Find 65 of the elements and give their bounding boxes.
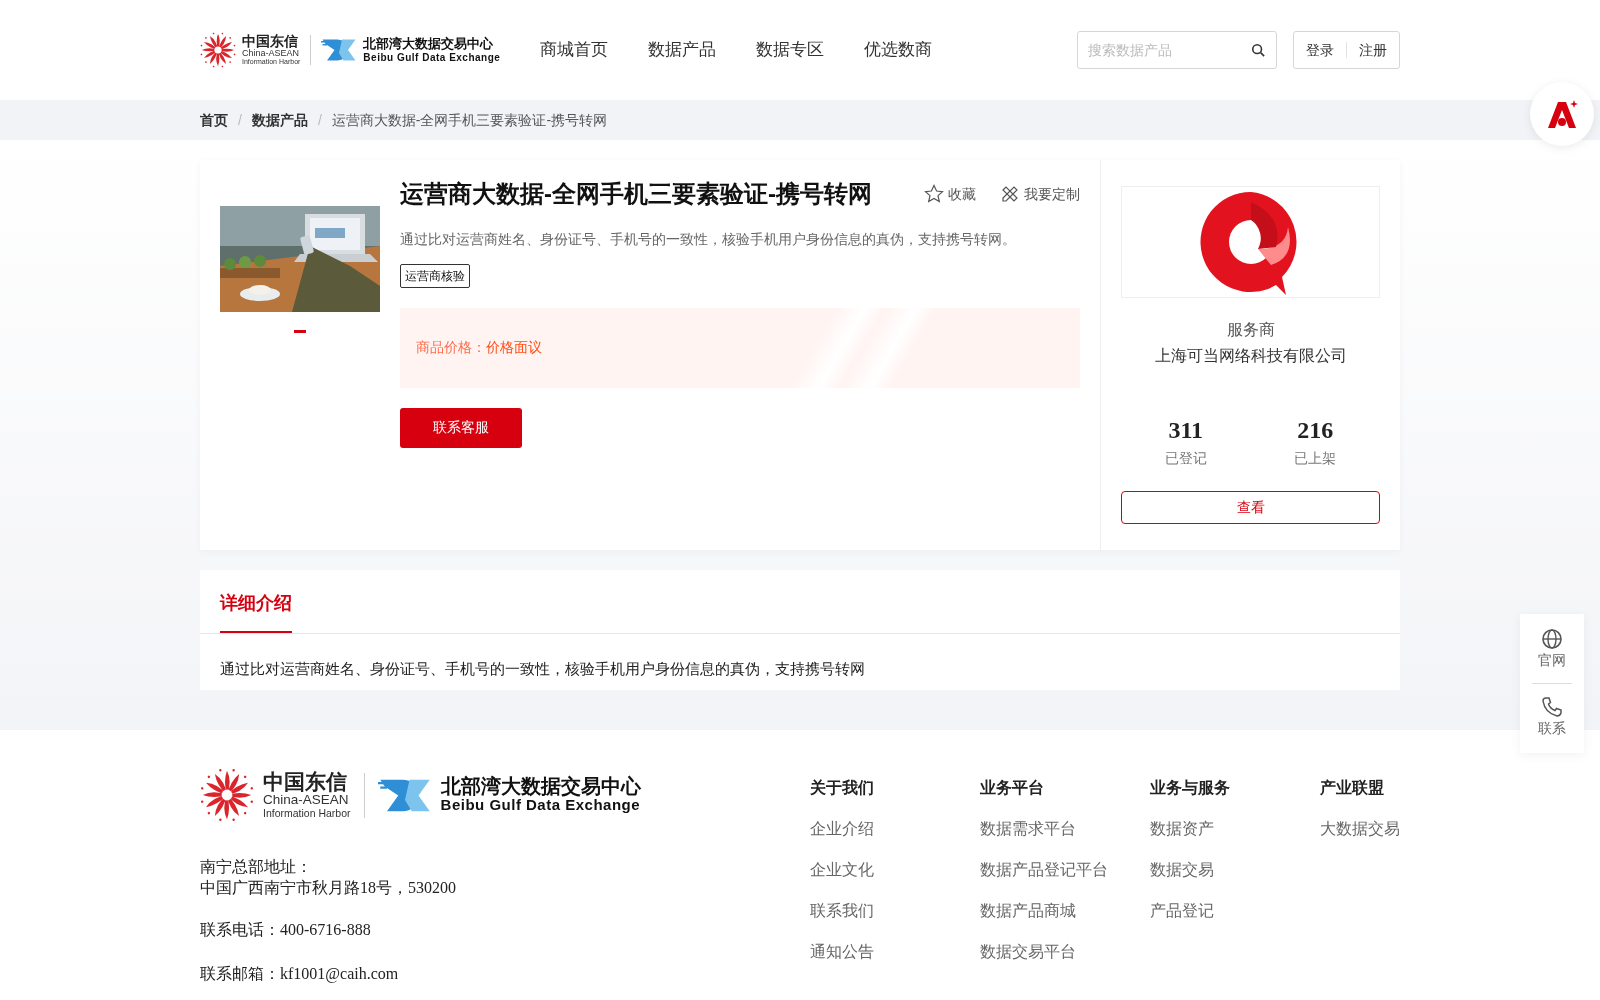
address-text: 南宁总部地址： 中国广西南宁市秋月路18号，530200 — [200, 857, 457, 898]
search-icon — [1251, 43, 1265, 57]
logo-text: 中国东信 — [263, 770, 348, 793]
stat-label: 已上架 — [1294, 449, 1337, 468]
footer-link[interactable]: 产品登记 — [1150, 899, 1320, 923]
stat-value: 311 — [1168, 416, 1204, 445]
logo-text: Information Harbor — [263, 807, 351, 820]
provider-role: 服务商 — [1225, 320, 1276, 340]
footer-link[interactable]: 数据交易 — [1150, 858, 1320, 882]
flower-logo-icon — [200, 32, 236, 68]
breadcrumb-link[interactable]: 数据产品 — [251, 109, 308, 131]
logo-text: 北部湾大数据交易中心 — [363, 37, 495, 52]
logo-text: Beibu Gulf Data Exchange — [363, 51, 501, 63]
register-link[interactable]: 注册 — [1359, 39, 1387, 61]
email-text: 联系邮箱：kf1001@caih.com — [200, 964, 400, 985]
breadcrumb-current: 运营商大数据-全网手机三要素验证-携号转网 — [331, 110, 608, 130]
logo-text: 中国东信 — [242, 33, 299, 49]
footer-heading: 业务与服务 — [1150, 778, 1231, 798]
nav-link[interactable]: 数据产品 — [648, 37, 717, 63]
breadcrumb-separator: / — [238, 110, 242, 130]
breadcrumb-link[interactable]: 首页 — [200, 109, 228, 131]
footer-link[interactable]: 大数据交易 — [1320, 817, 1400, 841]
provider-name: 上海可当网络科技有限公司 — [1153, 346, 1348, 366]
customize-button[interactable]: 我要定制 — [1000, 183, 1080, 205]
footer-link[interactable]: 数据产品登记平台 — [980, 858, 1150, 882]
phone-text: 联系电话：400-6716-888 — [200, 920, 372, 940]
footer-link[interactable]: 通知公告 — [810, 940, 980, 964]
breadcrumb-separator: / — [317, 110, 322, 130]
logo-text: Beibu Gulf Data Exchange — [440, 797, 641, 814]
side-link[interactable]: 官网 — [1520, 626, 1584, 673]
product-title: 运营商大数据-全网手机三要素验证-携号转网 — [400, 180, 872, 209]
globe-icon — [1541, 628, 1563, 650]
price-text: 商品价格：价格面议 — [416, 338, 542, 358]
stat-value: 216 — [1297, 416, 1334, 445]
favorite-button[interactable]: 收藏 — [924, 183, 976, 205]
nav-link[interactable]: 优选数商 — [864, 37, 933, 63]
footer-link[interactable]: 企业文化 — [810, 858, 980, 882]
product-description: 通过比对运营商姓名、身份证号、手机号的一致性，核验手机用户身份信息的真伪，支持携号转网。 — [400, 229, 1017, 249]
product-tag: 运营商核验 — [400, 263, 470, 288]
footer-heading: 产业联盟 — [1320, 778, 1385, 798]
side-link[interactable]: 联系 — [1520, 694, 1584, 741]
nav-link[interactable]: 商城首页 — [540, 37, 609, 63]
login-link[interactable]: 登录 — [1306, 39, 1334, 61]
footer-link[interactable]: 数据交易平台 — [980, 940, 1150, 964]
footer-link[interactable]: 数据产品商城 — [980, 899, 1150, 923]
footer-link[interactable]: 企业介绍 — [810, 817, 980, 841]
view-button[interactable]: 查看 — [1121, 491, 1380, 524]
logo-text: 北部湾大数据交易中心 — [440, 776, 641, 798]
footer-link[interactable]: 数据资产 — [1150, 817, 1320, 841]
stat-label: 已登记 — [1164, 449, 1207, 468]
footer-heading: 关于我们 — [810, 778, 875, 798]
contact-service-button[interactable]: 联系客服 — [400, 407, 522, 448]
phone-icon — [1541, 696, 1563, 718]
pencil-ruler-icon — [1000, 184, 1020, 205]
detail-tab[interactable]: 详细介绍 — [220, 590, 292, 633]
star-icon — [924, 184, 944, 205]
footer-link[interactable]: 数据需求平台 — [980, 817, 1150, 841]
logo-text: China-ASEAN — [242, 48, 301, 59]
flower-logo-icon — [200, 768, 254, 822]
detail-text: 通过比对运营商姓名、身份证号、手机号的一致性，核验手机用户身份信息的真伪，支持携号转网 — [219, 659, 866, 679]
footer-heading: 业务平台 — [980, 778, 1045, 798]
logo-text: China-ASEAN — [263, 792, 350, 808]
footer-link[interactable]: 联系我们 — [810, 899, 980, 923]
nav-link[interactable]: 数据专区 — [756, 37, 825, 63]
search-field[interactable]: 搜索数据产品 — [1077, 31, 1277, 69]
